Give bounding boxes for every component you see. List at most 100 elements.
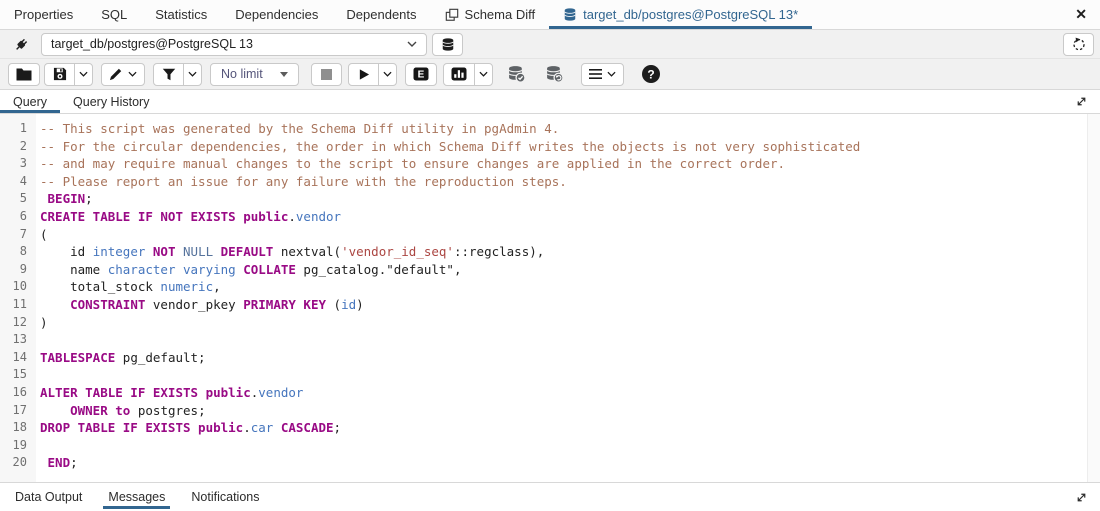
expand-output-button[interactable]	[1063, 483, 1100, 511]
line-number: 18	[0, 419, 36, 437]
line-number: 1	[0, 120, 36, 138]
edit-menu-button[interactable]	[101, 63, 145, 86]
code-line: 6CREATE TABLE IF NOT EXISTS public.vendo…	[0, 208, 1100, 226]
chevron-down-icon	[479, 71, 488, 77]
line-number: 2	[0, 138, 36, 156]
code-line: 11 CONSTRAINT vendor_pkey PRIMARY KEY (i…	[0, 296, 1100, 314]
tab-dependencies[interactable]: Dependencies	[221, 0, 332, 29]
code-line: 12)	[0, 314, 1100, 332]
query-toolbar: No limit	[0, 59, 1100, 90]
plug-icon	[12, 35, 31, 54]
save-icon	[53, 67, 67, 81]
tab-schema-diff[interactable]: Schema Diff	[431, 0, 550, 29]
code-line: 9 name character varying COLLATE pg_cata…	[0, 261, 1100, 279]
database-icon	[563, 7, 577, 22]
new-connection-button[interactable]	[432, 33, 463, 56]
commit-button[interactable]	[501, 63, 531, 86]
code-line: 10 total_stock numeric,	[0, 278, 1100, 296]
code-line: 15	[0, 366, 1100, 384]
line-number: 15	[0, 366, 36, 384]
code-line: 8 id integer NOT NULL DEFAULT nextval('v…	[0, 243, 1100, 261]
expand-icon	[1075, 491, 1088, 504]
line-number: 16	[0, 384, 36, 402]
tab-query[interactable]: Query	[0, 90, 60, 113]
chevron-down-icon	[383, 71, 392, 77]
tab-query-tool-target-db[interactable]: target_db/postgres@PostgreSQL 13*	[549, 0, 812, 29]
editor-panel-tabs: Query Query History	[0, 90, 1100, 114]
filter-button[interactable]	[153, 63, 184, 86]
caret-down-icon	[280, 72, 288, 77]
explain-options-dropdown[interactable]	[474, 63, 493, 86]
execute-options-dropdown[interactable]	[378, 63, 397, 86]
explain-analyze-icon	[451, 67, 467, 81]
help-icon: ?	[641, 64, 661, 84]
chevron-down-icon	[79, 71, 88, 77]
explain-analyze-button[interactable]	[443, 63, 475, 86]
filter-options-dropdown[interactable]	[183, 63, 202, 86]
code-line: 4-- Please report an issue for any failu…	[0, 173, 1100, 191]
rollback-icon	[545, 65, 564, 83]
save-file-button[interactable]	[44, 63, 75, 86]
database-icon	[441, 37, 455, 52]
execute-query-button[interactable]	[348, 63, 379, 86]
connection-status-button[interactable]	[6, 33, 36, 56]
save-options-dropdown[interactable]	[74, 63, 93, 86]
code-lines: 1-- This script was generated by the Sch…	[0, 114, 1100, 472]
pgadmin-query-tool-window: Properties SQL Statistics Dependencies D…	[0, 0, 1100, 511]
line-number: 8	[0, 243, 36, 261]
code-line: 3-- and may require manual changes to th…	[0, 155, 1100, 173]
tab-messages[interactable]: Messages	[95, 483, 178, 511]
expand-icon	[1075, 95, 1088, 108]
line-number: 10	[0, 278, 36, 296]
close-icon[interactable]: ✕	[1062, 0, 1100, 29]
cancel-query-button[interactable]	[311, 63, 342, 86]
code-line: 7(	[0, 226, 1100, 244]
output-panel-tabs: Data Output Messages Notifications	[0, 482, 1100, 511]
tab-dependents[interactable]: Dependents	[332, 0, 430, 29]
code-line: 20 END;	[0, 454, 1100, 472]
code-line: 18DROP TABLE IF EXISTS public.car CASCAD…	[0, 419, 1100, 437]
code-line: 17 OWNER to postgres;	[0, 402, 1100, 420]
tab-notifications[interactable]: Notifications	[178, 483, 272, 511]
edit-pencil-icon	[109, 67, 123, 81]
chevron-down-icon	[607, 71, 616, 77]
line-number: 9	[0, 261, 36, 279]
macro-menu-button[interactable]	[581, 63, 624, 86]
tab-properties[interactable]: Properties	[0, 0, 87, 29]
line-number: 5	[0, 190, 36, 208]
connection-dropdown[interactable]: target_db/postgres@PostgreSQL 13	[41, 33, 427, 56]
help-button[interactable]: ?	[636, 63, 666, 86]
tab-query-history[interactable]: Query History	[60, 90, 162, 113]
code-editor[interactable]: 1-- This script was generated by the Sch…	[0, 114, 1100, 482]
chevron-down-icon	[407, 41, 417, 47]
code-line: 1-- This script was generated by the Sch…	[0, 120, 1100, 138]
tab-data-output[interactable]: Data Output	[2, 483, 95, 511]
execute-play-icon	[358, 68, 370, 81]
line-number: 4	[0, 173, 36, 191]
line-number: 6	[0, 208, 36, 226]
macro-list-icon	[589, 68, 602, 80]
macros-history-button[interactable]	[1063, 33, 1094, 56]
row-limit-select[interactable]: No limit	[210, 63, 299, 86]
code-line: 13	[0, 331, 1100, 349]
tab-sql[interactable]: SQL	[87, 0, 141, 29]
line-number: 13	[0, 331, 36, 349]
chevron-down-icon	[128, 71, 137, 77]
schema-diff-icon	[445, 8, 459, 22]
line-number: 3	[0, 155, 36, 173]
code-line: 5 BEGIN;	[0, 190, 1100, 208]
main-tab-bar: Properties SQL Statistics Dependencies D…	[0, 0, 1100, 30]
open-file-button[interactable]	[8, 63, 40, 86]
svg-text:E: E	[418, 69, 425, 80]
connection-bar: target_db/postgres@PostgreSQL 13	[0, 30, 1100, 59]
line-number: 14	[0, 349, 36, 367]
expand-editor-button[interactable]	[1063, 90, 1100, 113]
explain-button[interactable]: E	[405, 63, 437, 86]
line-number: 7	[0, 226, 36, 244]
commit-icon	[507, 65, 526, 83]
tab-statistics[interactable]: Statistics	[141, 0, 221, 29]
line-number: 11	[0, 296, 36, 314]
explain-icon: E	[413, 67, 429, 81]
code-line: 19	[0, 437, 1100, 455]
rollback-button[interactable]	[539, 63, 569, 86]
